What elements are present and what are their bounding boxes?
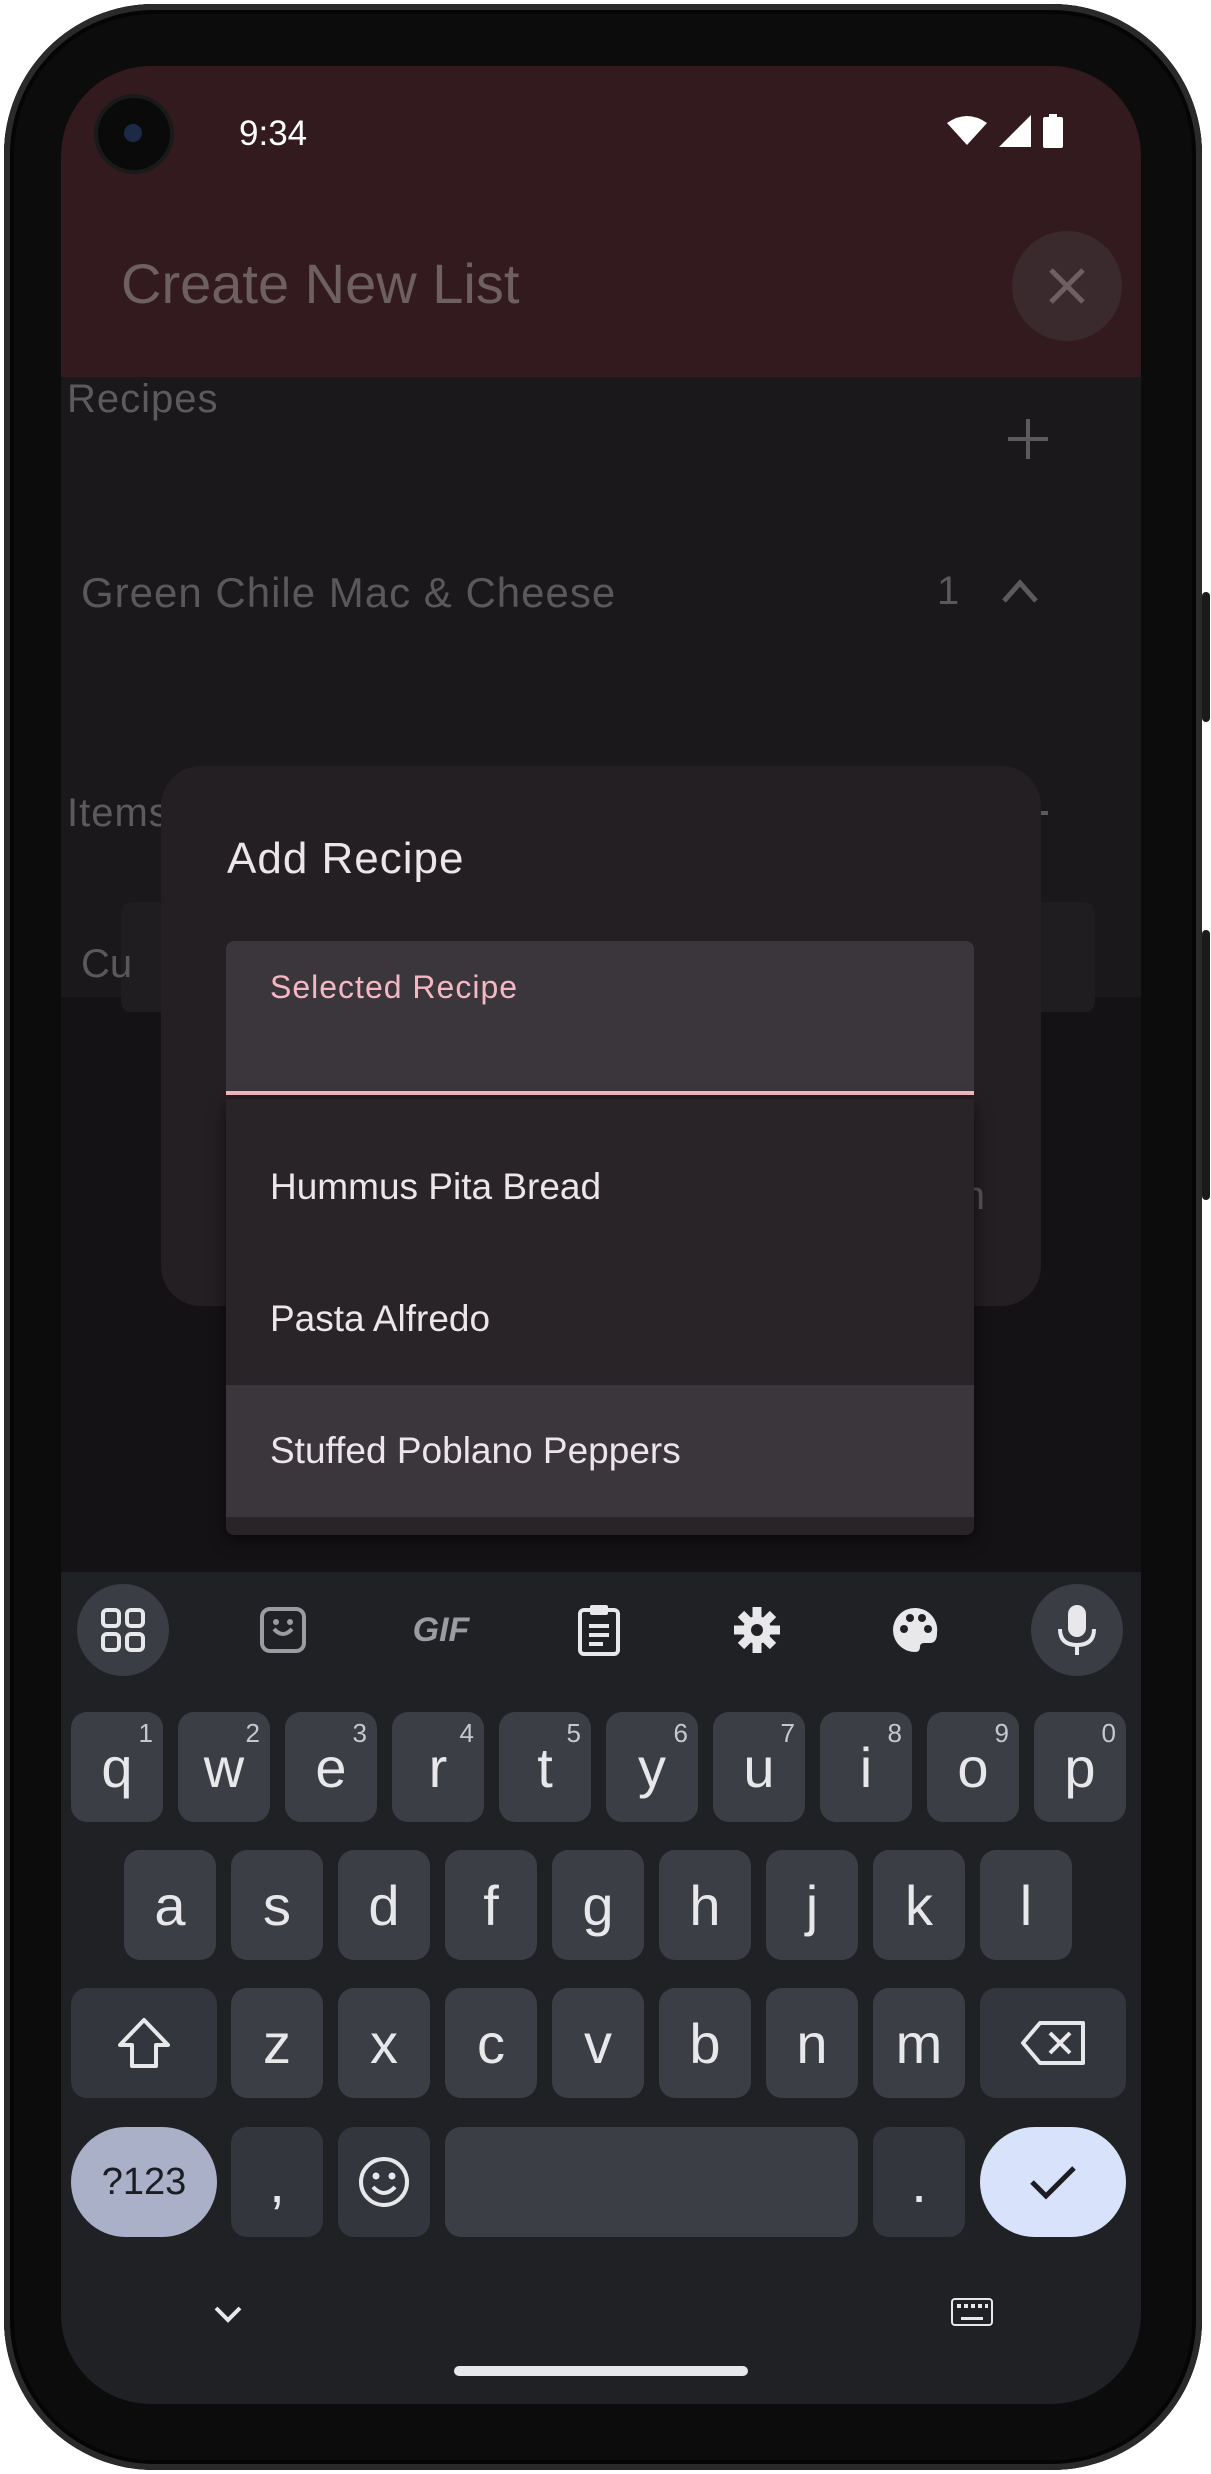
palette-icon[interactable]	[869, 1584, 961, 1676]
hide-keyboard-chevron-icon[interactable]	[213, 2304, 243, 2324]
key-x[interactable]: x	[338, 1988, 430, 2098]
status-time: 9:34	[239, 114, 308, 153]
close-button[interactable]	[1012, 231, 1122, 341]
space-key[interactable]	[445, 2127, 858, 2237]
screen: 9:34 Create New List Recipes Green Chile…	[61, 66, 1141, 2404]
key-a[interactable]: a	[124, 1850, 216, 1960]
key-o[interactable]: o9	[927, 1712, 1019, 1822]
recipe-options-menu: Hummus Pita Bread Pasta Alfredo Stuffed …	[226, 1099, 974, 1535]
key-d[interactable]: d	[338, 1850, 430, 1960]
home-gesture-bar[interactable]	[454, 2366, 748, 2376]
key-t[interactable]: t5	[499, 1712, 591, 1822]
key-l[interactable]: l	[980, 1850, 1072, 1960]
keyboard: GIF q1 w2 e3 r4 t5 y6 u7 i8 o9 p0 a s d …	[61, 1572, 1141, 2404]
apps-grid-icon[interactable]	[77, 1584, 169, 1676]
backspace-key[interactable]	[980, 1988, 1126, 2098]
key-b[interactable]: b	[659, 1988, 751, 2098]
key-w[interactable]: w2	[178, 1712, 270, 1822]
chevron-up-icon[interactable]	[1000, 571, 1040, 611]
wifi-icon	[947, 116, 987, 145]
key-h[interactable]: h	[659, 1850, 751, 1960]
key-f[interactable]: f	[445, 1850, 537, 1960]
custom-item-label: Cu	[81, 942, 133, 986]
key-k[interactable]: k	[873, 1850, 965, 1960]
settings-gear-icon[interactable]	[711, 1584, 803, 1676]
clipboard-icon[interactable]	[553, 1584, 645, 1676]
recipe-row-name[interactable]: Green Chile Mac & Cheese	[81, 569, 616, 617]
recipe-option[interactable]: Pasta Alfredo	[226, 1253, 974, 1385]
key-g[interactable]: g	[552, 1850, 644, 1960]
key-e[interactable]: e3	[285, 1712, 377, 1822]
key-y[interactable]: y6	[606, 1712, 698, 1822]
selected-recipe-dropdown[interactable]: Selected Recipe	[226, 941, 974, 1095]
key-n[interactable]: n	[766, 1988, 858, 2098]
recipe-option[interactable]: Hummus Pita Bread	[226, 1121, 974, 1253]
key-z[interactable]: z	[231, 1988, 323, 2098]
key-u[interactable]: u7	[713, 1712, 805, 1822]
front-camera	[98, 98, 170, 170]
recipe-row-count: 1	[937, 569, 960, 613]
page-title: Create New List	[121, 252, 520, 315]
shift-key[interactable]	[71, 1988, 217, 2098]
key-i[interactable]: i8	[820, 1712, 912, 1822]
key-p[interactable]: p0	[1034, 1712, 1126, 1822]
period-key[interactable]: .	[873, 2127, 965, 2237]
cell-signal-icon	[999, 115, 1031, 147]
backspace-icon	[1021, 2021, 1085, 2065]
battery-icon	[1043, 114, 1063, 148]
status-icons	[947, 114, 1063, 148]
key-m[interactable]: m	[873, 1988, 965, 2098]
key-c[interactable]: c	[445, 1988, 537, 2098]
add-recipe-plus-icon[interactable]	[1004, 415, 1052, 463]
checkmark-icon	[1030, 2166, 1076, 2200]
key-j[interactable]: j	[766, 1850, 858, 1960]
close-icon	[1049, 268, 1085, 304]
symbols-key[interactable]: ?123	[71, 2127, 217, 2237]
dialog-title: Add Recipe	[227, 834, 465, 883]
emoji-key[interactable]	[338, 2127, 430, 2237]
microphone-icon[interactable]	[1031, 1584, 1123, 1676]
recipes-section-label: Recipes	[67, 377, 219, 421]
sticker-icon[interactable]	[237, 1584, 329, 1676]
recipe-option[interactable]: Stuffed Poblano Peppers	[226, 1385, 974, 1517]
key-r[interactable]: r4	[392, 1712, 484, 1822]
confirm-key[interactable]	[980, 2127, 1126, 2237]
gif-icon[interactable]: GIF	[395, 1584, 487, 1676]
shift-icon	[118, 2018, 170, 2068]
status-bar: 9:34	[61, 66, 1141, 170]
emoji-icon	[359, 2157, 409, 2207]
keyboard-switch-icon[interactable]	[951, 2298, 993, 2326]
key-v[interactable]: v	[552, 1988, 644, 2098]
volume-button	[1202, 930, 1210, 1200]
key-q[interactable]: q1	[71, 1712, 163, 1822]
comma-key[interactable]: ,	[231, 2127, 323, 2237]
items-section-label: Items	[67, 791, 170, 835]
key-s[interactable]: s	[231, 1850, 323, 1960]
app-bar: 9:34 Create New List	[61, 66, 1141, 377]
power-button	[1202, 592, 1210, 722]
selected-recipe-label: Selected Recipe	[270, 969, 519, 1005]
